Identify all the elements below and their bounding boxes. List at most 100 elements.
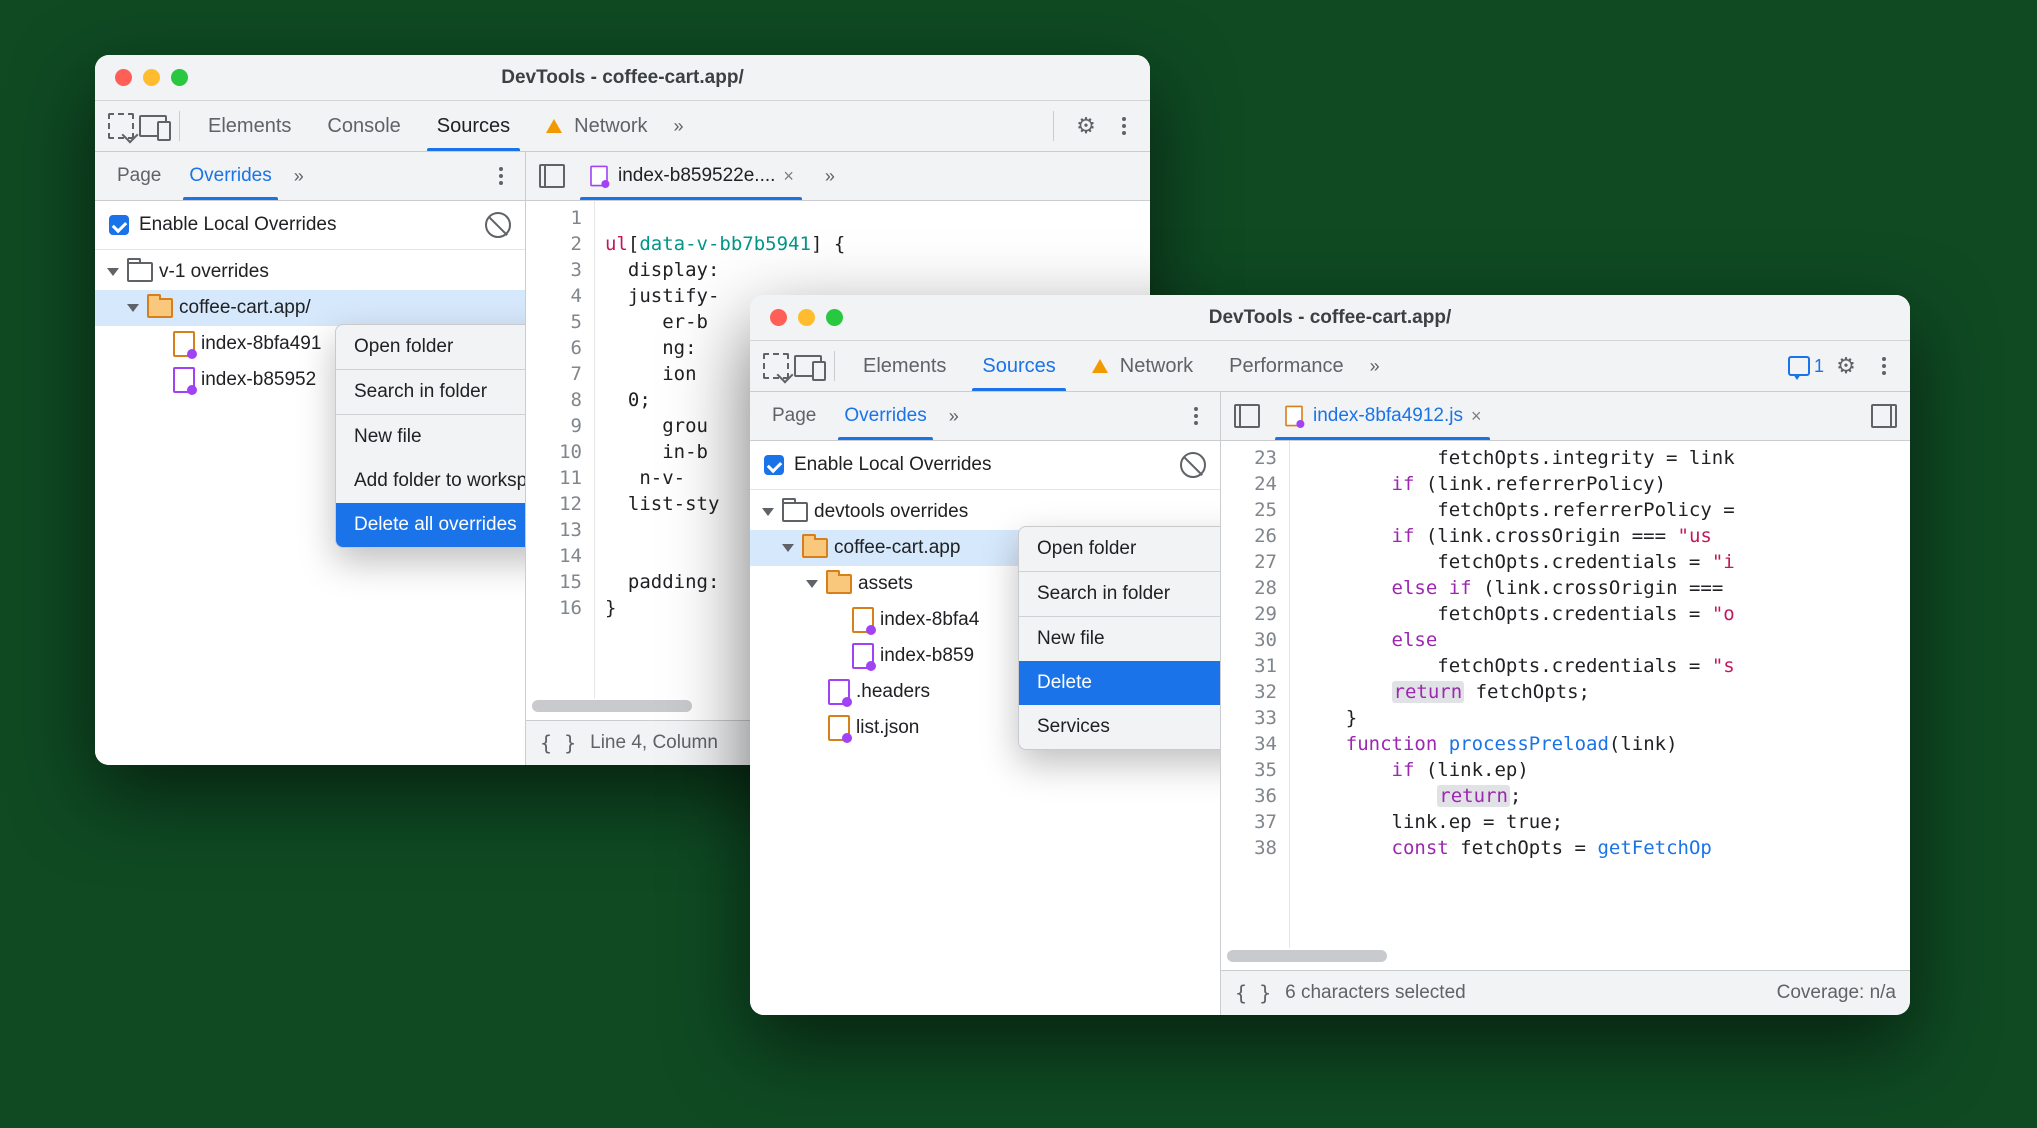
zoom-window-button[interactable]	[171, 69, 188, 86]
tab-label: Page	[117, 165, 161, 187]
menu-delete[interactable]: Delete	[1019, 661, 1220, 705]
menu-label: Add folder to workspace	[354, 470, 525, 492]
inspect-element-button[interactable]	[760, 350, 792, 382]
tab-network[interactable]: Network	[528, 101, 665, 151]
tab-label: Sources	[437, 115, 510, 138]
file-tree: v-1 overrides coffee-cart.app/ index-8bf…	[95, 250, 525, 765]
menu-search-in-folder[interactable]: Search in folder	[336, 370, 525, 414]
pretty-print-button[interactable]: { }	[540, 731, 576, 755]
tree-label: .headers	[856, 681, 930, 703]
tab-label: Network	[1120, 355, 1193, 378]
tab-elements[interactable]: Elements	[190, 101, 309, 151]
sidebar-tab-overrides[interactable]: Overrides	[830, 392, 940, 440]
settings-button[interactable]	[1830, 350, 1862, 382]
menu-search-in-folder[interactable]: Search in folder	[1019, 572, 1220, 616]
context-menu: Open folder Search in folder New file Ad…	[335, 324, 525, 548]
file-icon	[828, 679, 850, 705]
tab-elements[interactable]: Elements	[845, 341, 964, 391]
tree-root[interactable]: v-1 overrides	[95, 254, 525, 290]
file-tree: devtools overrides coffee-cart.app asset…	[750, 490, 1220, 1015]
sidebar-more-menu[interactable]	[1180, 400, 1212, 432]
sidebar-more-menu[interactable]	[485, 160, 517, 192]
menu-label: Delete all overrides	[354, 514, 517, 536]
tree-label: devtools overrides	[814, 501, 968, 523]
toggle-right-panel-button[interactable]	[1868, 400, 1900, 432]
enable-overrides-checkbox[interactable]	[109, 215, 129, 235]
editor-tab-strip: index-8bfa4912.js ×	[1221, 392, 1910, 441]
tree-label: assets	[858, 573, 913, 595]
menu-label: New file	[1037, 628, 1105, 650]
tree-site[interactable]: coffee-cart.app/	[95, 290, 525, 326]
tab-sources[interactable]: Sources	[419, 101, 528, 151]
enable-overrides-label: Enable Local Overrides	[139, 214, 337, 236]
sidebar-tab-page[interactable]: Page	[758, 392, 830, 440]
tab-label: Performance	[1229, 355, 1344, 378]
tree-label: coffee-cart.app/	[179, 297, 311, 319]
tab-label: Sources	[982, 355, 1055, 378]
context-menu: Open folder Search in folder New file De…	[1018, 526, 1220, 750]
menu-label: Search in folder	[354, 381, 487, 403]
zoom-window-button[interactable]	[826, 309, 843, 326]
enable-overrides-row: Enable Local Overrides	[750, 441, 1220, 490]
folder-icon	[802, 538, 828, 558]
menu-open-folder[interactable]: Open folder	[1019, 527, 1220, 571]
tab-network[interactable]: Network	[1074, 341, 1211, 391]
pretty-print-button[interactable]: { }	[1235, 981, 1271, 1005]
issues-button[interactable]: 1	[1788, 356, 1824, 377]
sidebar-tab-page[interactable]: Page	[103, 152, 175, 200]
toggle-left-panel-button[interactable]	[1231, 400, 1263, 432]
close-tab-button[interactable]: ×	[783, 166, 794, 187]
cursor-status: Line 4, Column	[590, 732, 718, 754]
device-toolbar-button[interactable]	[792, 350, 824, 382]
device-toolbar-button[interactable]	[137, 110, 169, 142]
menu-services[interactable]: Services›	[1019, 705, 1220, 749]
horizontal-scrollbar[interactable]	[1221, 948, 1910, 970]
enable-overrides-checkbox[interactable]	[764, 455, 784, 475]
settings-button[interactable]	[1070, 110, 1102, 142]
more-tabs-button[interactable]: »	[1362, 341, 1388, 391]
sidebar-more-tabs[interactable]: »	[941, 392, 967, 440]
menu-new-file[interactable]: New file	[336, 415, 525, 459]
close-window-button[interactable]	[770, 309, 787, 326]
window-title: DevTools - coffee-cart.app/	[95, 67, 1150, 89]
title-bar: DevTools - coffee-cart.app/	[750, 295, 1910, 341]
menu-delete-all-overrides[interactable]: Delete all overrides	[336, 503, 525, 547]
minimize-window-button[interactable]	[798, 309, 815, 326]
issues-count: 1	[1814, 356, 1824, 377]
title-bar: DevTools - coffee-cart.app/	[95, 55, 1150, 101]
tab-label: Overrides	[844, 405, 926, 427]
editor-tab[interactable]: index-8bfa4912.js ×	[1267, 392, 1498, 440]
menu-open-folder[interactable]: Open folder	[336, 325, 525, 369]
menu-new-file[interactable]: New file	[1019, 617, 1220, 661]
more-menu-button[interactable]	[1868, 350, 1900, 382]
sidebar-tab-strip: Page Overrides »	[750, 392, 1220, 441]
more-file-tabs[interactable]: »	[814, 160, 846, 192]
file-icon	[173, 331, 195, 357]
clear-overrides-icon[interactable]	[1180, 452, 1206, 478]
inspect-element-button[interactable]	[105, 110, 137, 142]
warning-icon	[1092, 359, 1108, 373]
tab-sources[interactable]: Sources	[964, 341, 1073, 391]
enable-overrides-row: Enable Local Overrides	[95, 201, 525, 250]
tab-performance[interactable]: Performance	[1211, 341, 1362, 391]
file-tab-label: index-8bfa4912.js	[1313, 405, 1463, 427]
sidebar-more-tabs[interactable]: »	[286, 152, 312, 200]
menu-add-folder[interactable]: Add folder to workspace	[336, 459, 525, 503]
toggle-nav-panel-button[interactable]	[536, 160, 568, 192]
editor-tab[interactable]: index-b859522e.... ×	[572, 152, 810, 200]
sidebar-tab-overrides[interactable]: Overrides	[175, 152, 285, 200]
clear-overrides-icon[interactable]	[485, 212, 511, 238]
more-tabs-button[interactable]: »	[666, 101, 692, 151]
tree-label: index-8bfa4	[880, 609, 979, 631]
menu-label: Services	[1037, 716, 1110, 738]
main-tab-strip: Elements Sources Network Performance » 1	[750, 341, 1910, 392]
tab-console[interactable]: Console	[309, 101, 418, 151]
close-window-button[interactable]	[115, 69, 132, 86]
more-menu-button[interactable]	[1108, 110, 1140, 142]
code-editor[interactable]: 23242526272829303132333435363738 fetchOp…	[1221, 441, 1910, 948]
tab-label: Page	[772, 405, 816, 427]
tree-root[interactable]: devtools overrides	[750, 494, 1220, 530]
folder-icon	[127, 262, 153, 282]
close-tab-button[interactable]: ×	[1471, 406, 1482, 427]
minimize-window-button[interactable]	[143, 69, 160, 86]
